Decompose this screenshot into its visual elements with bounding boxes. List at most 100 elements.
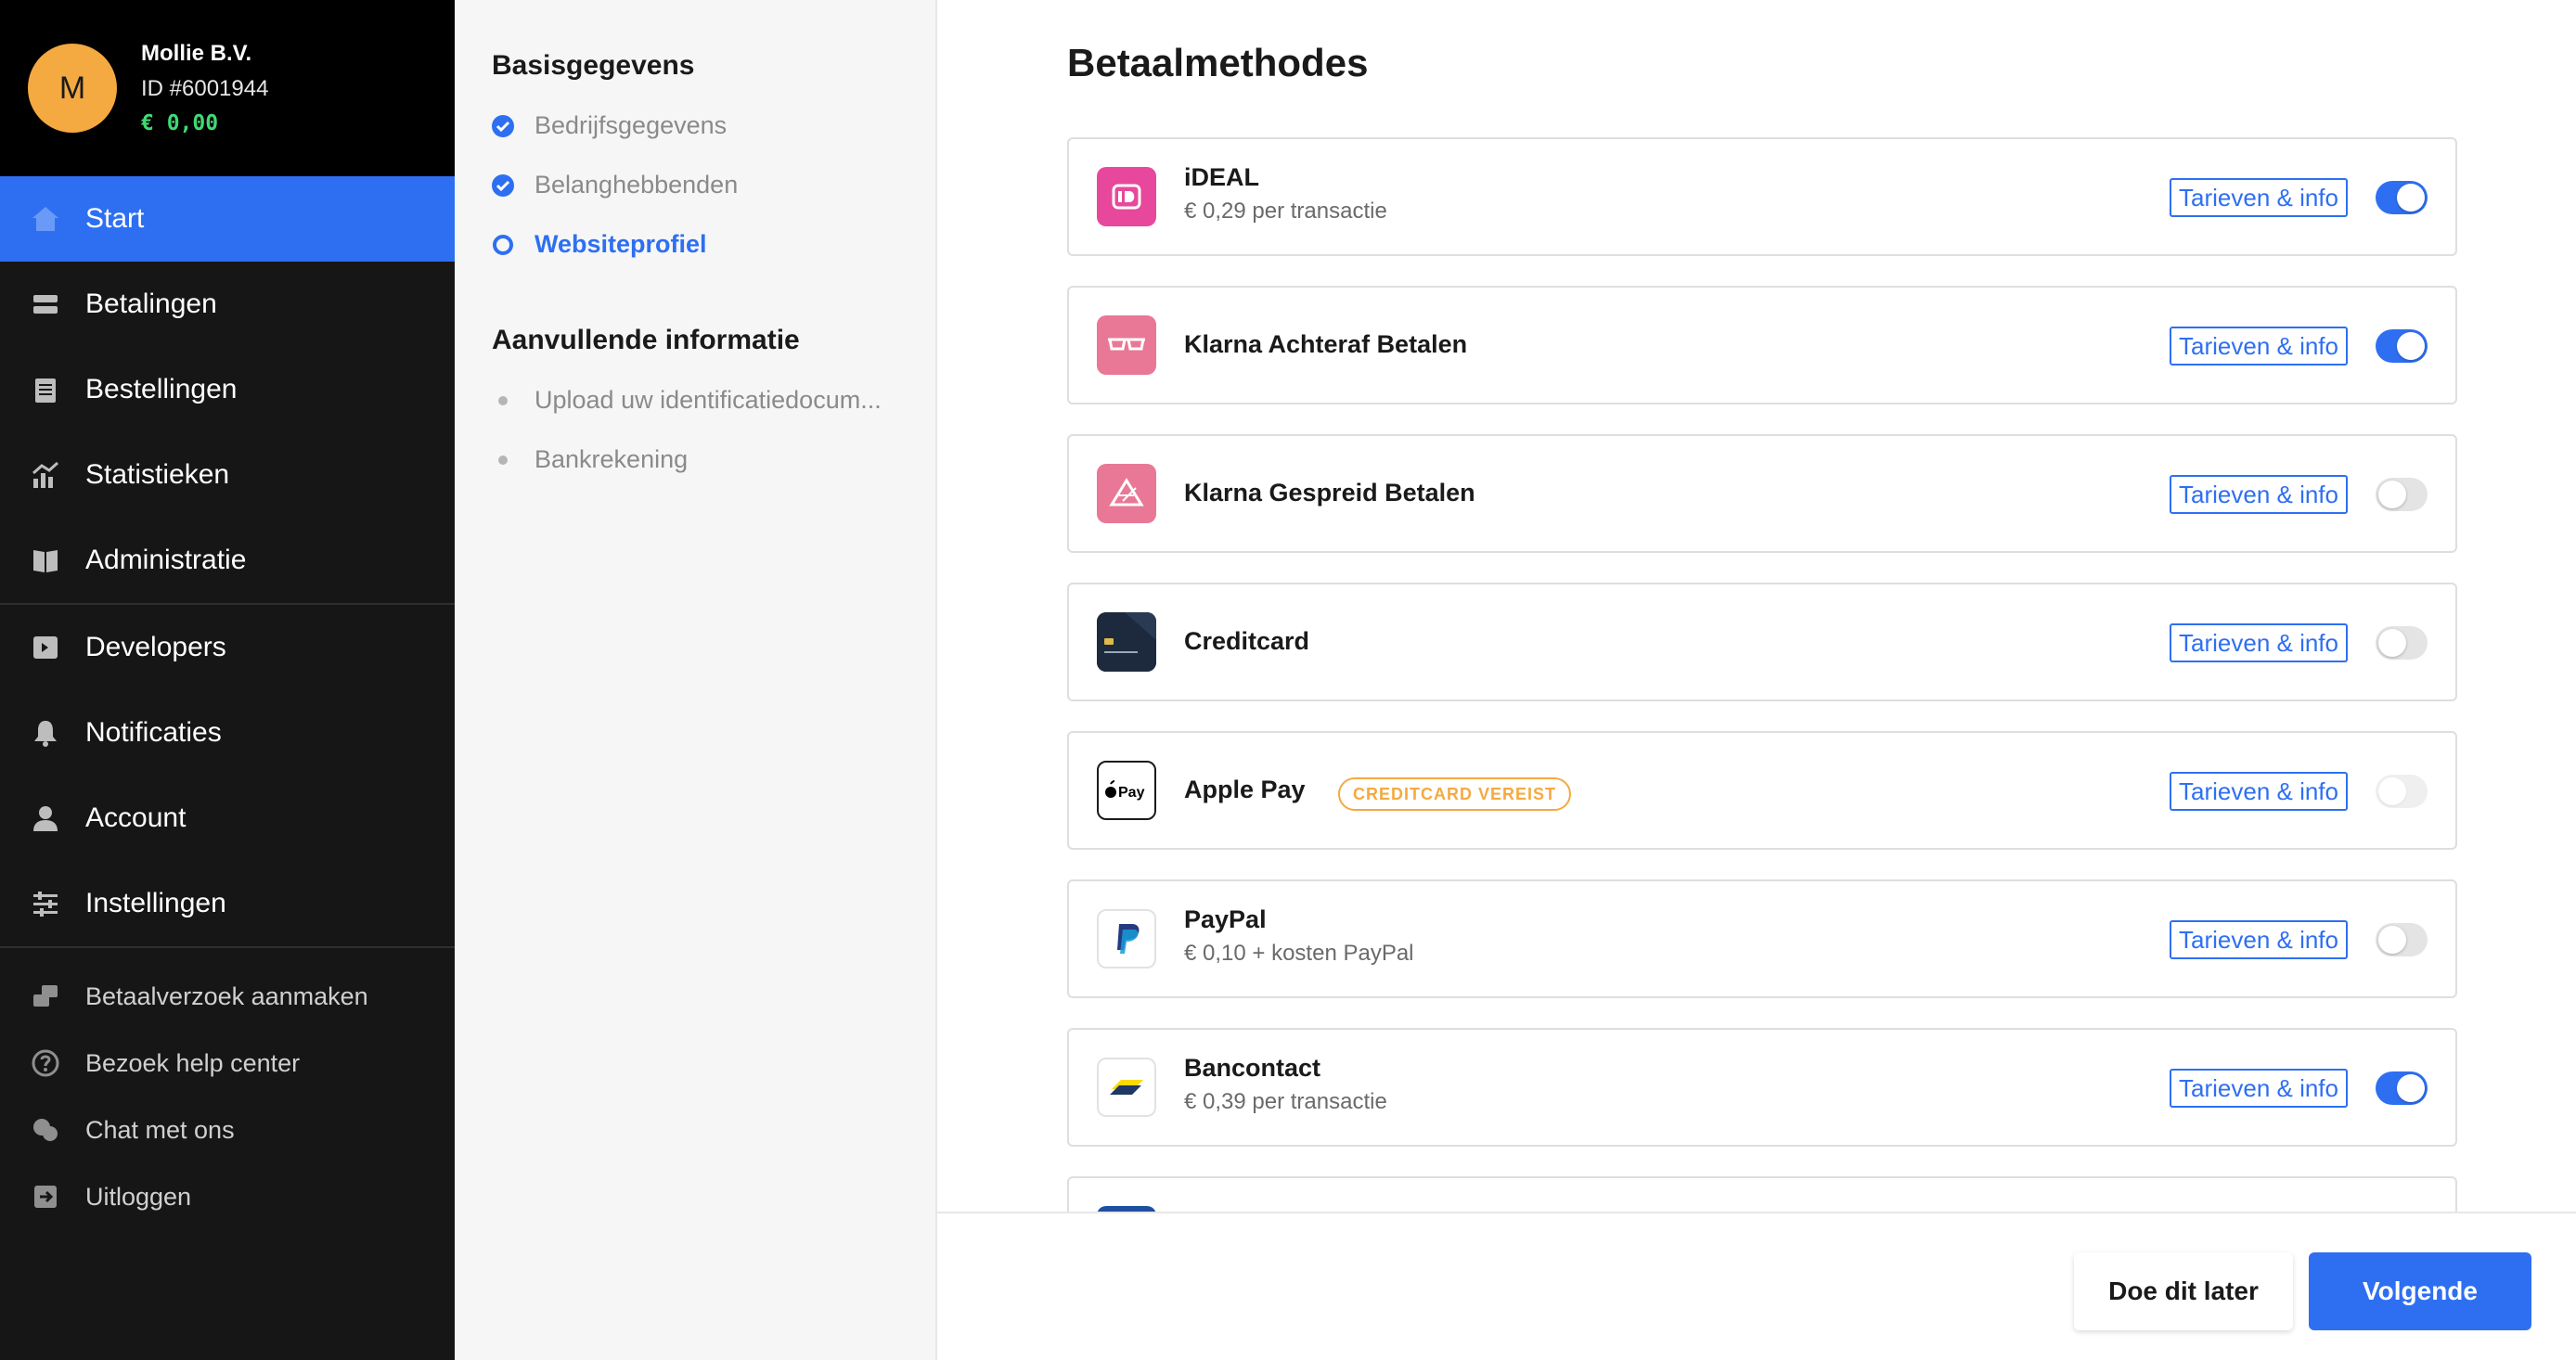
method-fee: € 0,39 per transactie (1184, 1089, 1387, 1114)
sliders-icon (30, 888, 61, 919)
payment-request-icon (30, 981, 61, 1012)
tarieven-info-button[interactable]: Tarieven & info (2170, 178, 2348, 217)
klarna-glasses-icon (1097, 315, 1156, 375)
klarna-pizza-icon (1097, 464, 1156, 523)
book-icon (30, 545, 61, 576)
nav-divider (0, 946, 455, 948)
sidebar-item-start[interactable]: Start (0, 176, 455, 262)
step-label: Belanghebbenden (535, 171, 739, 199)
method-toggle[interactable] (2376, 181, 2428, 214)
balance: € 0,00 (141, 111, 219, 135)
method-toggle[interactable] (2376, 626, 2428, 660)
logout-icon (30, 1181, 61, 1212)
sidebar-item-label: Account (85, 802, 187, 833)
apple-pay-icon: Pay (1097, 761, 1156, 820)
sidebar-item-betaalverzoek[interactable]: Betaalverzoek aanmaken (0, 969, 455, 1024)
page-title: Betaalmethodes (1067, 41, 1369, 84)
method-name: iDEAL (1184, 163, 1259, 191)
tarieven-info-button[interactable]: Tarieven & info (2170, 772, 2348, 811)
sidebar-item-label: Betalingen (85, 289, 217, 319)
tarieven-info-button[interactable]: Tarieven & info (2170, 623, 2348, 662)
method-toggle[interactable] (2376, 775, 2428, 808)
sidebar-item-label: Bezoek help center (85, 1048, 301, 1077)
method-toggle[interactable] (2376, 923, 2428, 956)
step-bankrekening[interactable]: Bankrekening (492, 445, 688, 474)
steps-section-title: Basisgegevens (492, 50, 695, 81)
sidebar: M Mollie B.V. ID #6001944 € 0,00 Start B… (0, 0, 455, 1360)
step-label: Websiteprofiel (535, 230, 707, 258)
later-button[interactable]: Doe dit later (2074, 1252, 2293, 1330)
profile-header[interactable]: M Mollie B.V. ID #6001944 € 0,00 (0, 0, 455, 176)
method-fee: € 0,29 per transactie (1184, 199, 1387, 224)
step-bedrijfsgegevens[interactable]: Bedrijfsgegevens (492, 111, 727, 140)
sidebar-item-label: Uitloggen (85, 1182, 192, 1211)
sidebar-item-label: Notificaties (85, 717, 222, 748)
tarieven-info-button[interactable]: Tarieven & info (2170, 920, 2348, 959)
method-toggle[interactable] (2376, 478, 2428, 511)
tarieven-info-button[interactable]: Tarieven & info (2170, 475, 2348, 514)
next-button[interactable]: Volgende (2309, 1252, 2531, 1330)
sidebar-item-administratie[interactable]: Administratie (0, 518, 455, 603)
user-icon (30, 802, 61, 834)
payment-method-card: Pay Apple Pay CREDITCARD VEREIST Tarieve… (1067, 731, 2457, 850)
steps-section-title: Aanvullende informatie (492, 325, 800, 355)
sidebar-item-statistieken[interactable]: Statistieken (0, 432, 455, 518)
payment-method-card: Klarna Gespreid Betalen Tarieven & info (1067, 434, 2457, 553)
step-label: Bankrekening (535, 445, 689, 473)
sidebar-item-bestellingen[interactable]: Bestellingen (0, 347, 455, 432)
requirement-badge: CREDITCARD VEREIST (1338, 777, 1572, 811)
payment-method-card: PayPal € 0,10 + kosten PayPal Tarieven &… (1067, 879, 2457, 998)
method-name: Klarna Gespreid Betalen (1184, 479, 1475, 507)
sidebar-item-label: Betaalverzoek aanmaken (85, 982, 368, 1010)
tarieven-info-button[interactable]: Tarieven & info (2170, 327, 2348, 366)
organization-name: Mollie B.V. (141, 41, 252, 66)
payment-methods-panel: Betaalmethodes iDEAL € 0,29 per transact… (937, 0, 2576, 1360)
sidebar-item-label: Start (85, 203, 145, 234)
sidebar-item-label: Instellingen (85, 888, 226, 918)
sidebar-item-label: Bestellingen (85, 374, 238, 404)
method-fee: € 0,10 + kosten PayPal (1184, 941, 1414, 966)
avatar: M (28, 44, 117, 133)
step-identificatie[interactable]: Upload uw identificatiedocum... (492, 386, 882, 415)
payments-icon (30, 289, 61, 320)
payment-method-card: iDEAL € 0,29 per transactie Tarieven & i… (1067, 137, 2457, 256)
step-belanghebbenden[interactable]: Belanghebbenden (492, 171, 738, 199)
method-toggle[interactable] (2376, 1071, 2428, 1105)
sidebar-item-uitloggen[interactable]: Uitloggen (0, 1169, 455, 1225)
method-name: PayPal (1184, 905, 1267, 933)
pending-step-icon (492, 449, 514, 471)
statistics-icon (30, 459, 61, 491)
sidebar-item-developers[interactable]: Developers (0, 605, 455, 690)
sidebar-item-label: Administratie (85, 545, 247, 575)
payment-method-card: Bancontact € 0,39 per transactie Tarieve… (1067, 1028, 2457, 1147)
footer-actions: Doe dit later Volgende (937, 1212, 2576, 1360)
sidebar-item-chat[interactable]: Chat met ons (0, 1102, 455, 1158)
home-icon (30, 203, 61, 235)
chat-icon (30, 1114, 61, 1146)
sidebar-item-help-center[interactable]: Bezoek help center (0, 1035, 455, 1091)
code-icon (30, 632, 61, 663)
sidebar-item-account[interactable]: Account (0, 776, 455, 861)
help-icon (30, 1047, 61, 1079)
method-toggle[interactable] (2376, 329, 2428, 363)
onboarding-steps: Basisgegevens Bedrijfsgegevens Belangheb… (455, 0, 937, 1360)
tarieven-info-button[interactable]: Tarieven & info (2170, 1069, 2348, 1108)
payment-method-card: Creditcard Tarieven & info (1067, 583, 2457, 701)
sidebar-item-label: Statistieken (85, 459, 230, 490)
step-websiteprofiel[interactable]: Websiteprofiel (492, 230, 707, 259)
ideal-logo-icon (1097, 167, 1156, 226)
sidebar-item-instellingen[interactable]: Instellingen (0, 861, 455, 946)
check-circle-icon (492, 173, 514, 197)
step-label: Bedrijfsgegevens (535, 111, 728, 139)
svg-text:Pay: Pay (1118, 785, 1145, 801)
method-name: Klarna Achteraf Betalen (1184, 330, 1468, 358)
check-circle-icon (492, 114, 514, 137)
sidebar-item-notificaties[interactable]: Notificaties (0, 690, 455, 776)
method-name: Creditcard (1184, 627, 1310, 655)
payment-method-card: Klarna Achteraf Betalen Tarieven & info (1067, 286, 2457, 404)
method-name: Apple Pay (1184, 776, 1306, 803)
sidebar-item-label: Developers (85, 632, 226, 662)
sidebar-item-betalingen[interactable]: Betalingen (0, 262, 455, 347)
bancontact-icon (1097, 1058, 1156, 1117)
step-label: Upload uw identificatiedocum... (535, 386, 882, 414)
